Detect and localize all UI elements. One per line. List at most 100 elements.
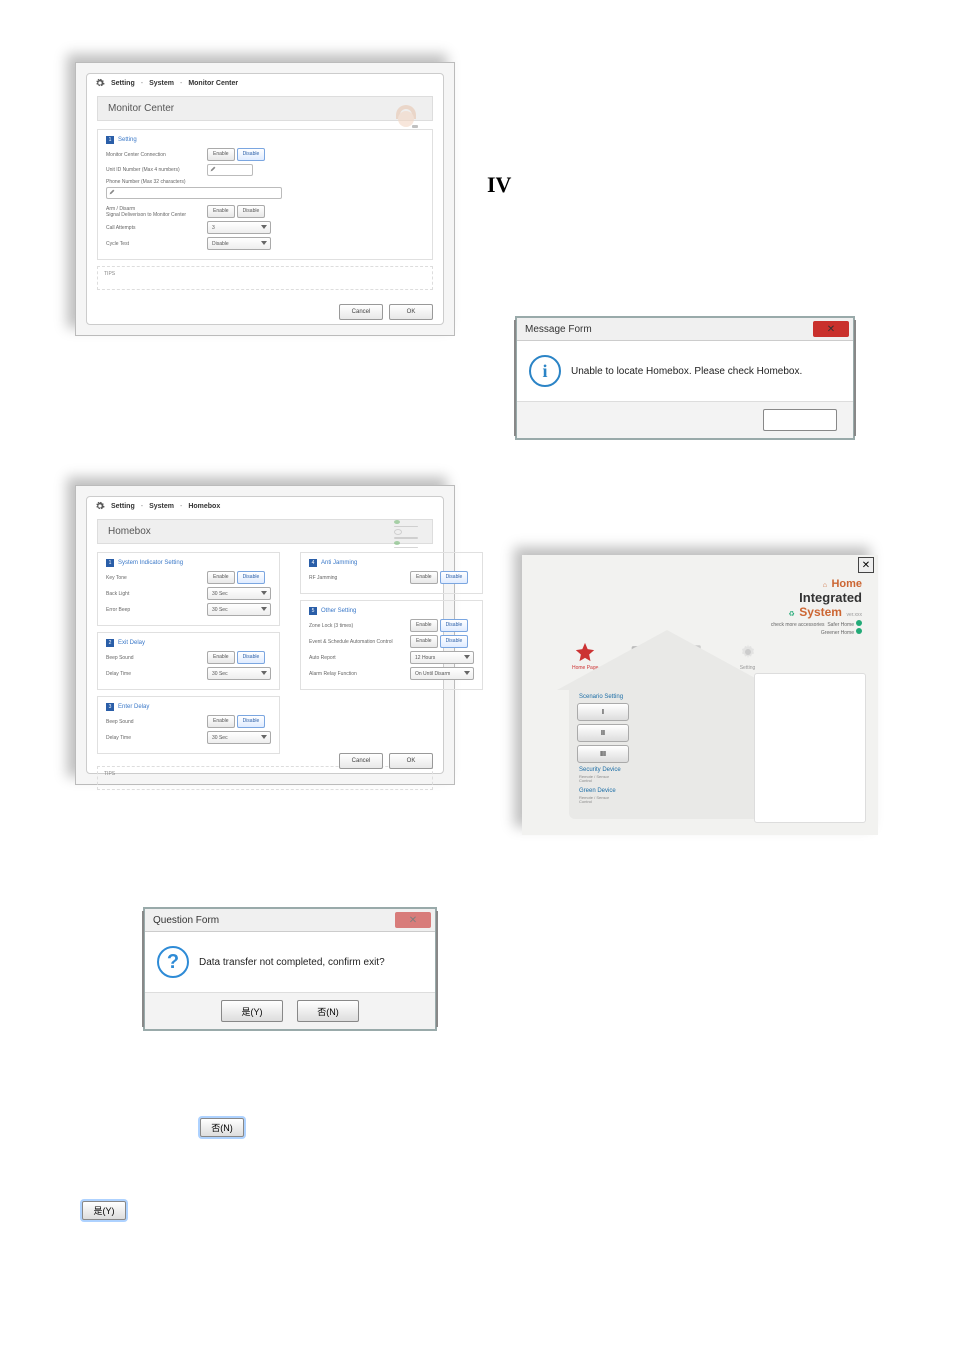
- yes-button[interactable]: 是(Y): [221, 1000, 283, 1022]
- panel: 4Anti JammingRF JammingEnableDisable: [300, 552, 483, 594]
- breadcrumb: Setting- System- Monitor Center: [87, 74, 443, 92]
- row-label: Key Tone: [106, 575, 201, 581]
- screenshot-monitor-center: Setting- System- Monitor Center Monitor …: [75, 62, 455, 336]
- panel: 2Exit DelayBeep SoundEnableDisableDelay …: [97, 632, 280, 690]
- panel: 3Enter DelayBeep SoundEnableDisableDelay…: [97, 696, 280, 754]
- window-title: Message Form: [525, 324, 592, 335]
- panel-num: 5: [309, 607, 317, 615]
- disable-button[interactable]: Disable: [237, 205, 266, 218]
- dropdown[interactable]: 30 Sec: [207, 731, 271, 744]
- close-icon[interactable]: ✕: [858, 557, 874, 573]
- dropdown[interactable]: 12 Hours: [410, 651, 474, 664]
- scenario-2-button[interactable]: II: [577, 724, 629, 742]
- close-icon[interactable]: ✕: [813, 321, 849, 337]
- label-cycle-test: Cycle Test: [106, 241, 201, 247]
- row-label: Delay Time: [106, 735, 201, 741]
- row-label: RF Jamming: [309, 575, 404, 581]
- row-label: Zone Lock (3 times): [309, 623, 404, 629]
- message-text: Unable to locate Homebox. Please check H…: [571, 366, 802, 377]
- panel-num: 4: [309, 559, 317, 567]
- panel: 1System Indicator SettingKey ToneEnableD…: [97, 552, 280, 626]
- scenario-1-button[interactable]: I: [577, 703, 629, 721]
- row-label: Beep Sound: [106, 655, 201, 661]
- question-form: Question Form ✕ ? Data transfer not comp…: [143, 907, 437, 1031]
- disable-button[interactable]: Disable: [440, 635, 469, 648]
- window-titlebar: Message Form ✕: [517, 318, 853, 341]
- label-unit-id: Unit ID Number (Max 4 numbers): [106, 167, 201, 173]
- disable-button[interactable]: Disable: [440, 571, 469, 584]
- enable-button[interactable]: Enable: [410, 619, 438, 632]
- dropdown[interactable]: On Until Disarm: [410, 667, 474, 680]
- call-attempts-select[interactable]: 3: [207, 221, 271, 234]
- row-label: Event & Schedule Automation Control: [309, 639, 404, 645]
- no-button[interactable]: 否(N): [297, 1000, 359, 1022]
- panel: 5Other SettingZone Lock (3 times)EnableD…: [300, 600, 483, 690]
- section-scenario: Scenario Setting: [579, 694, 755, 700]
- enable-button[interactable]: Enable: [207, 715, 235, 728]
- section-green: Green Device: [579, 788, 755, 794]
- enable-button[interactable]: Enable: [410, 635, 438, 648]
- dropdown[interactable]: 30 Sec: [207, 587, 271, 600]
- close-icon[interactable]: ✕: [395, 912, 431, 928]
- headset-icon: [386, 97, 426, 133]
- breadcrumb: Setting- System- Homebox: [87, 497, 443, 515]
- ok-button[interactable]: OK: [389, 304, 433, 320]
- panel-num: 3: [106, 703, 114, 711]
- window-title: Question Form: [153, 915, 219, 926]
- window-titlebar: Question Form ✕: [145, 909, 435, 932]
- brand: ⌂ Home Integrated ♻ System ver.xxx check…: [771, 575, 862, 636]
- disable-button[interactable]: Disable: [440, 619, 469, 632]
- disable-button[interactable]: Disable: [237, 148, 266, 161]
- enable-button[interactable]: Enable: [207, 571, 235, 584]
- blank-button[interactable]: [763, 409, 837, 431]
- row-label: Alarm Relay Function: [309, 671, 404, 677]
- panel-setting: 1Setting Monitor Center Connection Enabl…: [97, 129, 433, 260]
- roman-numeral: IV: [487, 172, 511, 198]
- pencil-icon: [109, 189, 115, 195]
- ok-button[interactable]: OK: [389, 753, 433, 769]
- dropdown[interactable]: 30 Sec: [207, 667, 271, 680]
- page-title: Homebox: [97, 519, 433, 544]
- question-icon: ?: [157, 946, 189, 978]
- row-label: Beep Sound: [106, 719, 201, 725]
- row-label: Auto Report: [309, 655, 404, 661]
- gear-icon: [95, 78, 105, 88]
- section-security-sub: Remote / Sensor Control: [579, 775, 755, 784]
- disable-button[interactable]: Disable: [237, 651, 266, 664]
- cycle-test-select[interactable]: Disable: [207, 237, 271, 250]
- disable-button[interactable]: Disable: [237, 571, 266, 584]
- content-pane: [754, 673, 866, 823]
- label-phone: Phone Number (Max 32 characters): [106, 179, 185, 185]
- label-arm-disarm: Arm / Disarm Signal Deliverison to Monit…: [106, 206, 201, 218]
- phone-input[interactable]: [106, 187, 282, 199]
- unit-id-input[interactable]: [207, 164, 253, 176]
- pencil-icon: [210, 166, 216, 172]
- homebox-icon: [394, 520, 426, 548]
- panel-num: 2: [106, 639, 114, 647]
- row-label: Back Light: [106, 591, 201, 597]
- enable-button[interactable]: Enable: [410, 571, 438, 584]
- row-label: Error Beep: [106, 607, 201, 613]
- dropdown[interactable]: 30 Sec: [207, 603, 271, 616]
- disable-button[interactable]: Disable: [237, 715, 266, 728]
- scenario-3-button[interactable]: III: [577, 745, 629, 763]
- cancel-button[interactable]: Cancel: [339, 753, 383, 769]
- tips-box: TIPS: [97, 766, 433, 790]
- panel-num-1: 1: [106, 136, 114, 144]
- screenshot-homebox: Setting- System- Homebox Homebox 1System…: [75, 485, 455, 785]
- house-sidebar: Scenario Setting I II III Security Devic…: [557, 630, 777, 800]
- screenshot-dashboard: ✕ ⌂ Home Integrated ♻ System ver.xxx che…: [522, 555, 878, 835]
- yes-button-highlighted[interactable]: 是(Y): [82, 1201, 126, 1220]
- no-button-highlighted[interactable]: 否(N): [200, 1118, 244, 1137]
- cancel-button[interactable]: Cancel: [339, 304, 383, 320]
- page-title: Monitor Center: [97, 96, 433, 121]
- enable-button[interactable]: Enable: [207, 148, 235, 161]
- row-label: Delay Time: [106, 671, 201, 677]
- enable-button[interactable]: Enable: [207, 651, 235, 664]
- enable-button[interactable]: Enable: [207, 205, 235, 218]
- label-call-attempts: Call Attempts: [106, 225, 201, 231]
- section-green-sub: Remote / Sensor Control: [579, 796, 755, 805]
- label-connection: Monitor Center Connection: [106, 152, 201, 158]
- info-icon: i: [529, 355, 561, 387]
- section-security: Security Device: [579, 767, 755, 773]
